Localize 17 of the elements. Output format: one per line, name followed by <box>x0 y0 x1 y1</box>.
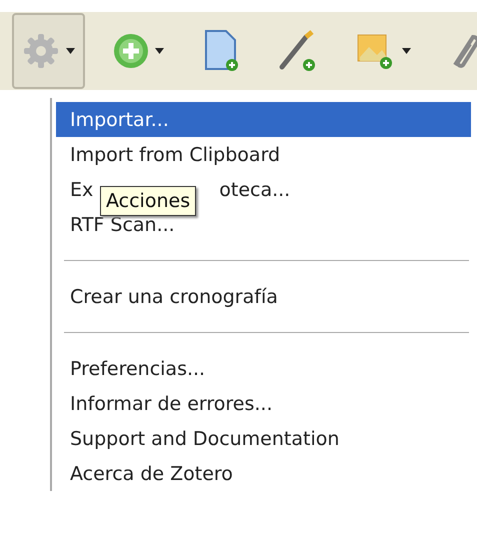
gear-icon <box>22 32 60 70</box>
menu-item[interactable]: Crear una cronografía <box>56 279 471 314</box>
caret-icon <box>155 48 164 54</box>
menu-item[interactable]: Importar... <box>56 102 471 137</box>
wand-icon <box>278 29 318 73</box>
new-document-icon <box>202 29 240 73</box>
tooltip: Acciones <box>100 186 196 216</box>
menu-item[interactable]: oteca... <box>219 178 290 200</box>
menu-item[interactable]: Ex <box>70 178 94 200</box>
menu-item[interactable]: Acerca de Zotero <box>56 456 471 491</box>
menu-item[interactable]: Import from Clipboard <box>56 137 471 172</box>
menu-item[interactable]: Informar de errores... <box>56 386 471 421</box>
menu-item[interactable]: Preferencias... <box>56 351 471 386</box>
menu-item[interactable]: Support and Documentation <box>56 421 471 456</box>
add-icon <box>113 33 149 69</box>
caret-icon <box>66 48 75 54</box>
caret-icon <box>402 48 411 54</box>
